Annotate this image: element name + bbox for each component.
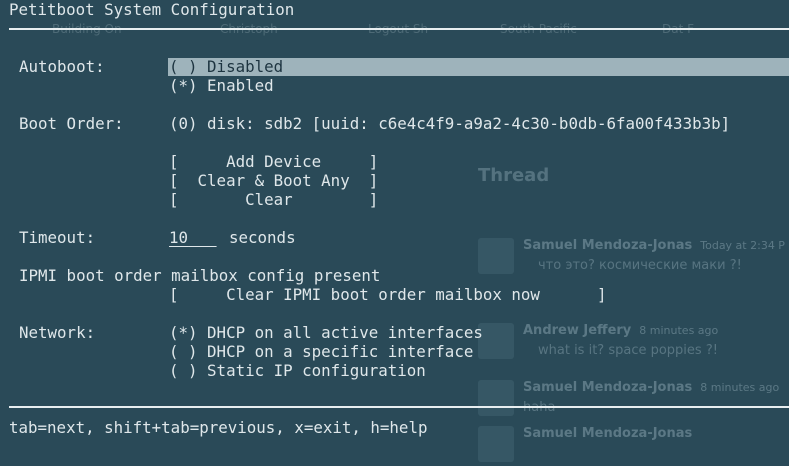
ipmi-message: IPMI boot order mailbox config present xyxy=(19,266,381,285)
background-message: Samuel Mendoza-Jonas xyxy=(478,426,789,466)
network-option-static[interactable]: ( ) Static IP configuration xyxy=(169,361,426,380)
background-message: Andrew Jeffery 8 minutes ago what is it? … xyxy=(478,323,789,363)
message-author: Samuel Mendoza-Jonas Today at 2:34 P xyxy=(523,238,785,253)
autoboot-option-disabled[interactable]: ( ) Disabled xyxy=(169,57,283,76)
footer-divider xyxy=(9,406,789,408)
autoboot-label: Autoboot: xyxy=(19,57,105,76)
avatar xyxy=(478,323,514,359)
network-option-dhcp-specific[interactable]: ( ) DHCP on a specific interface xyxy=(169,342,473,361)
message-author: Samuel Mendoza-Jonas 8 minutes ago xyxy=(523,380,780,395)
avatar xyxy=(478,380,514,416)
background-message: Samuel Mendoza-Jonas Today at 2:34 P что … xyxy=(478,238,789,278)
footer-help: tab=next, shift+tab=previous, x=exit, h=… xyxy=(9,418,428,437)
background-thread-title: Thread xyxy=(478,165,550,186)
clear-button[interactable]: [ Clear ] xyxy=(169,190,378,209)
boot-order-entry[interactable]: (0) disk: sdb2 [uuid: c6e4c4f9-a9a2-4c30… xyxy=(169,114,730,133)
network-option-dhcp-all[interactable]: (*) DHCP on all active interfaces xyxy=(169,323,483,342)
avatar xyxy=(478,238,514,274)
timeout-label: Timeout: xyxy=(19,228,96,247)
avatar xyxy=(478,426,514,462)
message-text: what is it? space poppies ?! xyxy=(538,343,718,358)
timeout-unit: seconds xyxy=(229,228,296,247)
message-author: Andrew Jeffery 8 minutes ago xyxy=(523,323,719,338)
boot-order-label: Boot Order: xyxy=(19,114,124,133)
clear-boot-any-button[interactable]: [ Clear & Boot Any ] xyxy=(169,171,378,190)
add-device-button[interactable]: [ Add Device ] xyxy=(169,152,378,171)
clear-ipmi-mailbox-button[interactable]: [ Clear IPMI boot order mailbox now ] xyxy=(169,285,606,304)
background-message: Samuel Mendoza-Jonas8 minutes ago haha xyxy=(478,380,789,420)
header-divider xyxy=(9,28,789,30)
background-tab-strip: Building On Christoph Logout Sh South Pa… xyxy=(0,22,789,38)
autoboot-option-enabled[interactable]: (*) Enabled xyxy=(169,76,274,95)
message-text: что это? космические маки ?! xyxy=(538,258,742,273)
timeout-input[interactable]: 10 xyxy=(169,228,217,247)
window-title: Petitboot System Configuration xyxy=(9,0,295,19)
network-label: Network: xyxy=(19,323,96,342)
